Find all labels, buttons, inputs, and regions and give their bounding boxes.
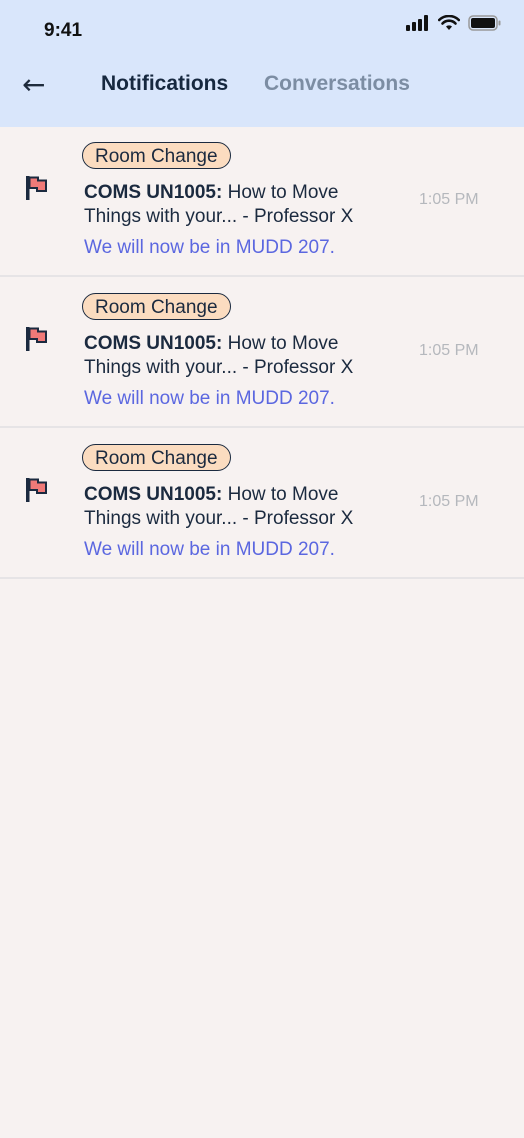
notification-item[interactable]: Room Change COMS UN1005: How to Move Thi… xyxy=(0,429,524,579)
top-bar: 9:41 ← Notifications Conversations xyxy=(0,0,524,127)
status-time: 9:41 xyxy=(44,20,83,41)
notification-item[interactable]: Room Change COMS UN1005: How to Move Thi… xyxy=(0,278,524,428)
flag-icon xyxy=(26,327,47,351)
status-icons xyxy=(406,15,502,31)
room-change-badge: Room Change xyxy=(82,293,231,320)
flag-icon xyxy=(26,176,47,200)
title-line-2: Things with your... - Professor X xyxy=(84,206,354,227)
room-change-badge: Room Change xyxy=(82,142,231,169)
notification-time: 1:05 PM xyxy=(419,493,479,510)
notification-time: 1:05 PM xyxy=(419,191,479,208)
notification-time: 1:05 PM xyxy=(419,342,479,359)
course-code: COMS UN1005: xyxy=(84,484,223,505)
title-line-2: Things with your... - Professor X xyxy=(84,357,354,378)
room-change-badge: Room Change xyxy=(82,444,231,471)
notification-title: COMS UN1005: How to Move Things with you… xyxy=(84,332,404,380)
course-code: COMS UN1005: xyxy=(84,333,223,354)
signal-icon xyxy=(406,15,428,31)
back-arrow-icon[interactable]: ← xyxy=(22,68,45,102)
notification-title: COMS UN1005: How to Move Things with you… xyxy=(84,483,404,531)
tab-notifications[interactable]: Notifications xyxy=(101,72,228,96)
battery-icon xyxy=(468,15,501,31)
title-line-1: How to Move xyxy=(222,333,339,354)
wifi-icon xyxy=(438,15,460,30)
notification-message: We will now be in MUDD 207. xyxy=(84,237,335,258)
title-line-2: Things with your... - Professor X xyxy=(84,508,354,529)
notification-message: We will now be in MUDD 207. xyxy=(84,539,335,560)
title-line-1: How to Move xyxy=(222,484,339,505)
flag-icon xyxy=(26,478,47,502)
title-line-1: How to Move xyxy=(222,182,339,203)
notification-message: We will now be in MUDD 207. xyxy=(84,388,335,409)
notification-title: COMS UN1005: How to Move Things with you… xyxy=(84,181,404,229)
notification-item[interactable]: Room Change COMS UN1005: How to Move Thi… xyxy=(0,127,524,277)
tab-conversations[interactable]: Conversations xyxy=(264,72,410,96)
course-code: COMS UN1005: xyxy=(84,182,223,203)
